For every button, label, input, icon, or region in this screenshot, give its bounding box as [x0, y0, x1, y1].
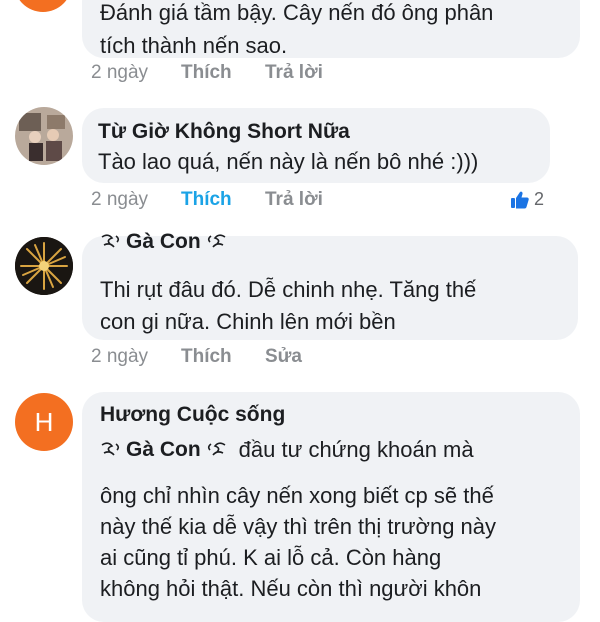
- like-button[interactable]: Thích: [181, 62, 232, 84]
- avatar[interactable]: [15, 107, 73, 165]
- swirl-icon: [207, 234, 226, 248]
- comment-actions: 2 ngày Thích Sửa: [91, 346, 391, 370]
- comment-text-line: ông chỉ nhìn cây nến xong biết cp sẽ thế: [100, 483, 494, 508]
- firework-photo-icon: [15, 237, 73, 295]
- comment-bubble: Hương Cuộc sống Gà Con đầu tư chứng khoá…: [82, 392, 580, 622]
- edit-button[interactable]: Sửa: [265, 346, 302, 368]
- reply-button[interactable]: Trả lời: [265, 62, 323, 84]
- avatar-letter: H: [34, 406, 54, 437]
- comment-actions: 2 ngày Thích Trả lời: [91, 189, 391, 213]
- comment-bubble: Gà Con Thi rụt đâu đó. Dễ chinh nhẹ. Tăn…: [82, 230, 578, 340]
- swirl-icon: [101, 234, 120, 248]
- comment-text-line: tích thành nến sao.: [100, 33, 288, 58]
- avatar[interactable]: [15, 237, 73, 295]
- swirl-icon: [207, 442, 226, 456]
- comment-author[interactable]: Hương Cuộc sống: [100, 403, 285, 427]
- comment-actions: 2 ngày Thích Trả lời: [91, 62, 391, 86]
- like-button[interactable]: Thích: [181, 189, 232, 211]
- comment-bubble: Đánh giá tầm bậy. Cây nến đó ông phân tí…: [82, 0, 580, 58]
- comment-time: 2 ngày: [91, 346, 149, 367]
- reply-button[interactable]: Trả lời: [265, 189, 323, 211]
- reaction-count: 2: [534, 189, 545, 209]
- comment-time: 2 ngày: [91, 189, 149, 210]
- swirl-icon: [101, 442, 120, 456]
- comment-text-line: này thế kia dễ vậy thì trên thị trường n…: [100, 514, 497, 539]
- mention-text: đầu tư chứng khoán mà: [238, 437, 474, 462]
- comment-bubble: Từ Giờ Không Short Nữa Tào lao quá, nến …: [82, 108, 550, 183]
- avatar[interactable]: H: [15, 393, 73, 451]
- mention-line: Gà Con đầu tư chứng khoán mà: [100, 434, 474, 466]
- avatar[interactable]: [14, 0, 72, 12]
- comment-author[interactable]: Từ Giờ Không Short Nữa: [98, 120, 350, 144]
- mention-tag[interactable]: Gà Con: [100, 230, 227, 254]
- comment-text-line: con gi nữa. Chinh lên mới bền: [100, 309, 396, 334]
- mention-tag[interactable]: Gà Con: [100, 438, 227, 462]
- comment-text-line: Đánh giá tầm bậy. Cây nến đó ông phân: [100, 0, 494, 25]
- comment-text: Tào lao quá, nến này là nến bô nhé :))): [98, 149, 479, 174]
- comment-text-line: Thi rụt đâu đó. Dễ chinh nhẹ. Tăng thế: [100, 277, 477, 302]
- mention-name: Gà Con: [126, 438, 201, 461]
- mention-name: Gà Con: [126, 230, 201, 253]
- reaction-summary[interactable]: 2: [510, 189, 544, 210]
- like-button[interactable]: Thích: [181, 346, 232, 368]
- user-photo-icon: [15, 107, 73, 165]
- comment-text-line: ai cũng tỉ phú. K ai lỗ cả. Còn hàng: [100, 545, 442, 570]
- comment-time: 2 ngày: [91, 62, 149, 83]
- thumbs-up-icon: [511, 191, 529, 208]
- comment-text-line: không hỏi thật. Nếu còn thì người khôn: [100, 576, 482, 601]
